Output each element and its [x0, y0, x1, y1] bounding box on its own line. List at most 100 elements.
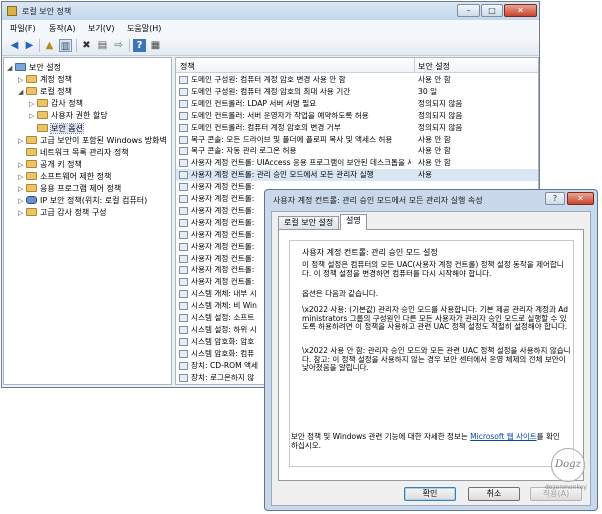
policy-name: 사용자 계정 컨트롤: UIAccess 응용 프로그램이 보안된 데스크톱을 … — [191, 158, 411, 168]
tree-item[interactable]: 보안 옵션 — [29, 122, 84, 135]
back-arrow-icon[interactable]: ◀ — [8, 39, 21, 52]
policy-icon — [179, 230, 188, 239]
tree-expander-icon[interactable]: ▷ — [18, 183, 26, 195]
show-hide-tree-icon[interactable]: ▥ — [59, 39, 72, 52]
watermark-text: dozenmonkey — [545, 484, 587, 491]
export-list-icon[interactable]: ⇨ — [112, 39, 125, 52]
tree-item[interactable]: ▷ 응용 프로그램 제어 정책 — [18, 183, 121, 195]
policy-icon — [179, 135, 188, 144]
minimize-button[interactable]: – — [457, 4, 480, 17]
policy-row[interactable]: 복구 콘솔: 모든 드라이브 및 폴더에 플로피 복사 및 액세스 허용 사용 안… — [176, 134, 538, 146]
folder-icon — [26, 184, 37, 192]
policy-name: 도메인 구성원: 컴퓨터 계정 암호의 최대 사용 기간 — [191, 86, 351, 96]
tree-item[interactable]: ▷ 계정 정책 — [18, 74, 72, 86]
menu-view[interactable]: 보기(V) — [88, 23, 114, 34]
microsoft-website-link[interactable]: Microsoft 웹 사이트 — [470, 432, 537, 441]
dialog-help-button[interactable]: ? — [545, 192, 565, 205]
tree-item-label: 고급 보안이 포함된 Windows 방화벽 — [40, 135, 167, 145]
folder-icon — [26, 147, 37, 156]
maximize-button[interactable]: □ — [481, 4, 503, 17]
tree-expander-icon[interactable]: ▷ — [29, 110, 37, 122]
forward-arrow-icon[interactable]: ▶ — [23, 39, 36, 52]
policy-icon — [179, 159, 188, 168]
column-header-setting[interactable]: 보안 설정 — [418, 61, 450, 72]
folder-icon — [37, 111, 48, 120]
up-folder-icon[interactable]: ▲ — [43, 39, 56, 52]
folder-icon — [37, 99, 48, 108]
tree-expander-icon[interactable]: ▷ — [18, 135, 26, 147]
policy-setting: 사용 — [418, 170, 432, 180]
tree-expander-icon[interactable]: ◢ — [7, 62, 15, 74]
cancel-button[interactable]: 취소 — [468, 487, 520, 501]
policy-name: 사용자 계정 컨트롤: 관리 승인 모드에서 모든 관리자 실행 — [191, 170, 374, 180]
policy-icon — [179, 171, 188, 180]
policy-icon — [179, 147, 188, 156]
tree-item[interactable]: ◢ 보안 설정 — [7, 62, 61, 74]
tree-expander-icon[interactable]: ▷ — [18, 171, 26, 183]
policy-icon — [179, 254, 188, 263]
tree-item[interactable]: ◢ 로컬 정책 — [18, 86, 72, 98]
ip-security-icon — [26, 196, 37, 205]
tree-expander-icon[interactable]: ▷ — [29, 98, 37, 110]
menu-help[interactable]: 도움말(H) — [127, 23, 161, 34]
delete-icon[interactable]: ✖ — [80, 39, 93, 52]
policy-row[interactable]: 도메인 컨트롤러: 컴퓨터 계정 암호의 변경 거부 정의되지 않음 — [176, 122, 538, 134]
tree-item[interactable]: ▷ 소프트웨어 제한 정책 — [18, 171, 111, 183]
tree-expander-icon[interactable]: ▷ — [18, 195, 26, 207]
policy-name: 도메인 컨트롤러: 서버 운영자가 작업을 예약하도록 허용 — [191, 110, 369, 120]
tree-item[interactable]: ▷ 감사 정책 — [29, 98, 83, 110]
folder-icon — [26, 87, 37, 96]
tree-expander-icon[interactable]: ▷ — [18, 74, 26, 86]
more-info-prefix: 보안 정책 및 Windows 관련 기능에 대한 자세한 정보는 — [291, 432, 468, 441]
tree-expander-icon[interactable]: ▷ — [18, 159, 26, 171]
dialog-title: 사용자 계정 컨트롤: 관리 승인 모드에서 모든 관리자 실행 속성 — [273, 196, 483, 205]
policy-row[interactable]: 도메인 컨트롤러: 서버 운영자가 작업을 예약하도록 허용 정의되지 않음 — [176, 110, 538, 122]
policy-row[interactable]: 도메인 컨트롤러: LDAP 서버 서명 필요 정의되지 않음 — [176, 98, 538, 110]
policy-row[interactable]: 복구 콘솔: 자동 관리 로그온 허용 사용 안 함 — [176, 145, 538, 157]
properties-icon[interactable]: ▤ — [96, 39, 109, 52]
policy-row[interactable]: 사용자 계정 컨트롤: UIAccess 응용 프로그램이 보안된 데스크톱을 … — [176, 157, 538, 169]
tree-item[interactable]: ▷ IP 보안 정책(위치: 로컬 컴퓨터) — [18, 195, 147, 207]
ok-button[interactable]: 확인 — [404, 487, 456, 501]
column-divider[interactable] — [414, 58, 415, 72]
folder-icon — [26, 75, 37, 84]
policy-setting: 사용 안 함 — [418, 158, 451, 168]
policy-row[interactable]: 사용자 계정 컨트롤: 관리 승인 모드에서 모든 관리자 실행 사용 — [176, 169, 538, 182]
explain-paragraph: \x2022 사용 안 함: 관리자 승인 모드와 모든 관련 UAC 정책 설… — [302, 346, 571, 372]
tree-item[interactable]: ▷ 고급 감사 정책 구성 — [18, 207, 107, 219]
column-header-policy[interactable]: 정책 — [180, 61, 195, 72]
tree-item[interactable]: ▷ 공개 키 정책 — [18, 159, 82, 171]
navigation-tree[interactable]: ◢ 보안 설정 ▷ 계정 정책 ◢ 로컬 정책 ▷ 감사 정책 ▷ 사용자 권한 할당 보안 옵션 ▷… — [3, 57, 172, 385]
policy-setting: 사용 안 함 — [418, 146, 451, 156]
close-button[interactable]: ✕ — [504, 4, 537, 17]
app-icon — [7, 6, 17, 16]
policy-setting: 정의되지 않음 — [418, 122, 463, 132]
menu-file[interactable]: 파일(F) — [10, 23, 36, 34]
policy-icon — [179, 183, 188, 192]
policy-icon — [179, 195, 188, 203]
tree-item-label: 소프트웨어 제한 정책 — [40, 171, 112, 181]
folder-icon — [37, 123, 48, 132]
properties-dialog: 사용자 계정 컨트롤: 관리 승인 모드에서 모든 관리자 실행 속성 ? ✕ … — [264, 189, 598, 511]
explain-paragraph: 이 정책 설정은 컴퓨터의 모든 UAC(사용자 계정 컨트롤) 정책 설정 동… — [302, 260, 564, 278]
tree-item[interactable]: ▷ 고급 보안이 포함된 Windows 방화벽 — [18, 135, 167, 147]
tab-local-setting[interactable]: 로컬 보안 설정 — [278, 216, 340, 229]
tab-explain[interactable]: 설명 — [340, 214, 367, 230]
title-bar[interactable]: 로컬 보안 정책 – □ ✕ — [2, 2, 539, 20]
dialog-close-button[interactable]: ✕ — [567, 192, 594, 205]
policy-row[interactable]: 도메인 구성원: 컴퓨터 계정 암호 변경 사용 안 함 사용 안 함 — [176, 74, 538, 86]
help-icon[interactable]: ? — [133, 39, 146, 52]
tree-item[interactable]: ▷ 사용자 권한 할당 — [29, 110, 108, 122]
policy-icon — [179, 218, 188, 227]
security-settings-icon — [15, 63, 26, 71]
tree-expander-icon[interactable]: ◢ — [18, 86, 26, 98]
policy-icon — [179, 278, 188, 287]
policy-setting: 사용 안 함 — [418, 75, 451, 84]
policy-icon — [179, 302, 188, 311]
menu-action[interactable]: 동작(A) — [49, 23, 75, 34]
policy-row[interactable]: 도메인 구성원: 컴퓨터 계정 암호의 최대 사용 기간 30 일 — [176, 86, 538, 98]
view-icon[interactable]: ▦ — [149, 39, 162, 52]
tree-expander-icon[interactable]: ▷ — [18, 207, 26, 219]
policy-icon — [179, 87, 188, 96]
tree-item[interactable]: 네트워크 목록 관리자 정책 — [18, 147, 129, 159]
